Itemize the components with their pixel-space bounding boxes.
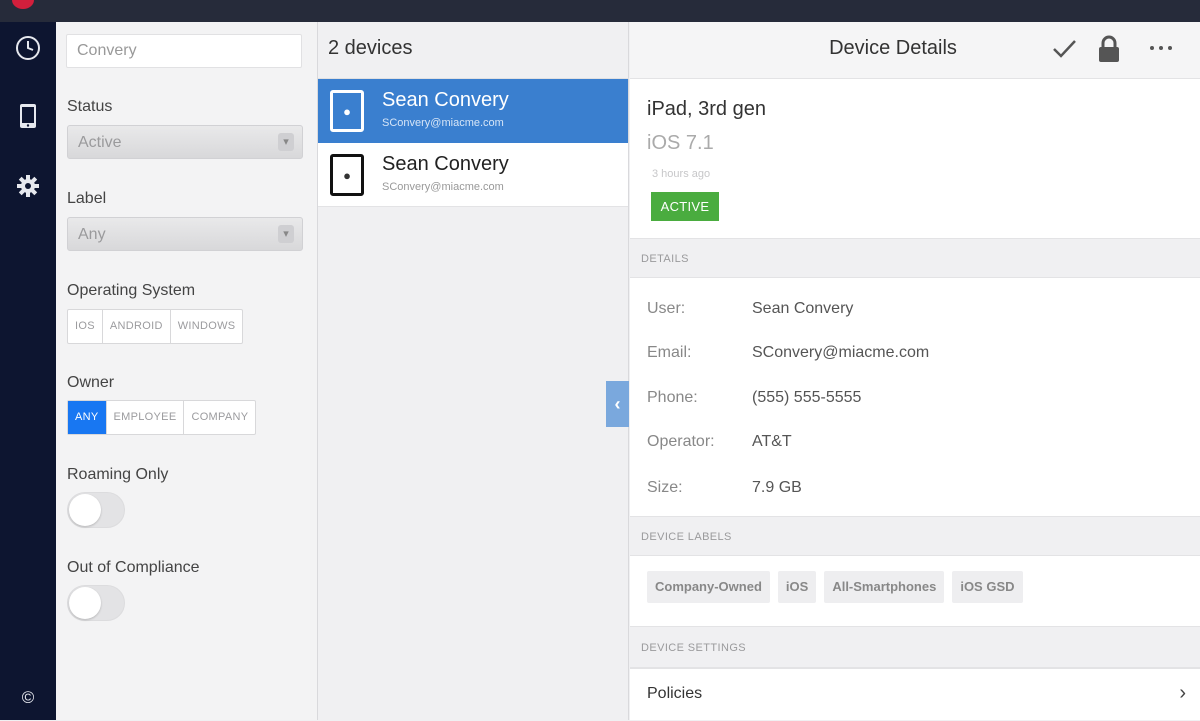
os-option-android[interactable]: ANDROID	[103, 310, 171, 343]
collapse-panel-button[interactable]: ‹	[606, 381, 629, 427]
policies-row[interactable]: Policies ›	[630, 668, 1200, 721]
field-key: User:	[647, 300, 686, 317]
nav-activity[interactable]	[0, 28, 56, 68]
clock-icon	[16, 36, 40, 60]
device-owner-name: Sean Convery	[382, 89, 509, 111]
status-badge: ACTIVE	[651, 192, 719, 221]
filter-panel: Status Active ▾ Label Any ▾ Operating Sy…	[56, 22, 318, 720]
device-owner-email: SConvery@miacme.com	[382, 181, 504, 193]
tablet-icon: ●	[330, 90, 364, 132]
roaming-toggle[interactable]	[67, 492, 125, 528]
section-header-settings: DEVICE SETTINGS	[630, 626, 1200, 668]
tablet-icon: ●	[330, 154, 364, 196]
label-select[interactable]: Any ▾	[67, 217, 303, 251]
label-chip: Company-Owned	[647, 571, 770, 603]
app-logo	[12, 0, 34, 9]
device-list: 2 devices ● Sean Convery SConvery@miacme…	[318, 22, 629, 720]
details-header: Device Details	[630, 22, 1200, 79]
field-value: (555) 555-5555	[752, 389, 862, 406]
device-owner-name: Sean Convery	[382, 153, 509, 175]
field-key: Email:	[647, 344, 692, 361]
owner-segmented-control: ANY EMPLOYEE COMPANY	[67, 400, 257, 435]
label-label: Label	[67, 190, 107, 207]
os-label: Operating System	[67, 282, 196, 299]
os-option-windows[interactable]: WINDOWS	[171, 310, 243, 343]
lock-icon	[1099, 35, 1119, 62]
gear-icon	[17, 175, 39, 197]
section-header-details: DETAILS	[630, 238, 1200, 278]
label-value: Any	[78, 226, 106, 243]
lock-button[interactable]	[1097, 34, 1121, 69]
more-button[interactable]	[1146, 34, 1176, 67]
label-chip: All-Smartphones	[824, 571, 945, 603]
mobile-device-icon	[20, 104, 36, 128]
owner-option-any[interactable]: ANY	[68, 401, 107, 434]
last-seen: 3 hours ago	[652, 168, 711, 180]
list-item[interactable]: ● Sean Convery SConvery@miacme.com	[318, 143, 628, 207]
status-select[interactable]: Active ▾	[67, 125, 303, 159]
chevron-left-icon: ‹	[614, 393, 621, 414]
toggle-knob	[69, 587, 101, 619]
os-segmented-control: IOS ANDROID WINDOWS	[67, 309, 244, 344]
nav-settings[interactable]	[0, 166, 56, 206]
device-details-panel: Device Details iPad, 3rd gen iOS 7.1 3 h…	[630, 22, 1200, 720]
chevron-down-icon: ▾	[278, 225, 294, 243]
label-chip: iOS	[777, 571, 817, 603]
field-value: Sean Convery	[752, 300, 854, 317]
copyright-icon: ©	[21, 688, 35, 707]
compliance-toggle[interactable]	[67, 585, 125, 621]
field-value: 7.9 GB	[752, 479, 802, 496]
section-header-labels: DEVICE LABELS	[630, 516, 1200, 556]
field-key: Operator:	[647, 433, 715, 450]
more-icon	[1150, 46, 1172, 50]
list-item[interactable]: ● Sean Convery SConvery@miacme.com	[318, 79, 628, 143]
approve-button[interactable]	[1050, 34, 1078, 67]
field-key: Size:	[647, 479, 683, 496]
nav-devices[interactable]	[0, 96, 56, 136]
compliance-label: Out of Compliance	[67, 559, 200, 576]
roaming-label: Roaming Only	[67, 466, 169, 483]
search-input[interactable]	[67, 35, 301, 67]
check-icon	[1053, 40, 1076, 58]
owner-label: Owner	[67, 374, 115, 391]
chevron-down-icon: ▾	[278, 133, 294, 151]
os-option-ios[interactable]: IOS	[68, 310, 103, 343]
top-bar	[0, 0, 1200, 22]
field-value: AT&T	[752, 433, 792, 450]
label-chip: iOS GSD	[952, 571, 1023, 603]
policies-label: Policies	[647, 685, 703, 702]
owner-option-employee[interactable]: EMPLOYEE	[107, 401, 185, 434]
device-model: iPad, 3rd gen	[647, 98, 766, 120]
search-box[interactable]	[66, 34, 302, 68]
device-count: 2 devices	[328, 37, 413, 59]
status-value: Active	[78, 134, 122, 151]
device-os: iOS 7.1	[647, 132, 714, 154]
field-value: SConvery@miacme.com	[752, 344, 930, 361]
device-labels: Company-Owned iOS All-Smartphones iOS GS…	[647, 571, 1023, 603]
owner-option-company[interactable]: COMPANY	[184, 401, 255, 434]
field-key: Phone:	[647, 389, 698, 406]
chevron-right-icon: ›	[1179, 682, 1186, 704]
nav-rail: ©	[0, 22, 56, 720]
status-label: Status	[67, 98, 113, 115]
toggle-knob	[69, 494, 101, 526]
device-owner-email: SConvery@miacme.com	[382, 117, 504, 129]
